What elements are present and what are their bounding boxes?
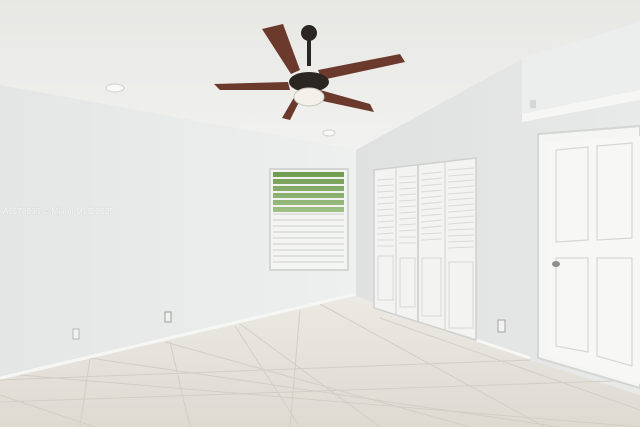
wall-outlet: [497, 319, 506, 333]
mls-watermark: A1178935 © Miami MLS 2025: [3, 207, 115, 216]
wall-outlet: [164, 311, 172, 323]
window-with-blinds: [269, 168, 349, 271]
panel-door: [537, 124, 640, 390]
recessed-light-left: [105, 83, 125, 93]
louvered-bifold-closet: [373, 157, 477, 342]
room-photo: A1178935 © Miami MLS 2025: [0, 0, 640, 427]
wall-outlet: [72, 328, 80, 340]
shelf-ornament: [530, 100, 536, 108]
recessed-light-center: [322, 129, 336, 137]
door-knob: [552, 261, 560, 267]
